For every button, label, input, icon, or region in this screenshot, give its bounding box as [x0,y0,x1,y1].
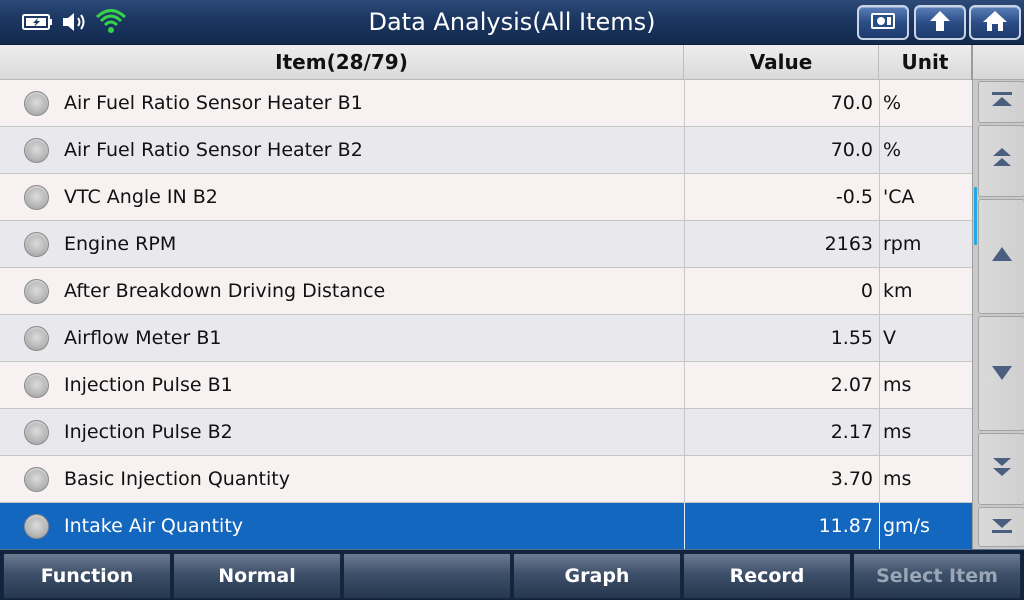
row-radio[interactable] [24,514,49,539]
item-name: Engine RPM [64,233,177,255]
line-down-icon [990,358,1014,390]
row-radio[interactable] [24,138,49,163]
page-down-icon [990,453,1014,485]
scroll-to-bottom-button[interactable] [978,507,1024,547]
item-value: 2.07 [684,362,879,408]
line-up-button[interactable] [978,199,1024,314]
column-header-item[interactable]: Item(28/79) [0,45,684,80]
item-unit: ms [879,456,972,502]
table-row[interactable]: Injection Pulse B1 2.07 ms [0,362,972,409]
item-name: Injection Pulse B1 [64,374,233,396]
item-unit: % [879,127,972,173]
line-down-button[interactable] [978,316,1024,431]
row-radio[interactable] [24,420,49,445]
scrollbar-thumb[interactable] [974,187,977,245]
data-table: Item(28/79) Value Unit Air Fuel Ratio Se… [0,45,972,550]
row-radio[interactable] [24,232,49,257]
table-row[interactable]: Air Fuel Ratio Sensor Heater B2 70.0 % [0,127,972,174]
item-name: Air Fuel Ratio Sensor Heater B2 [64,139,363,161]
column-header-value[interactable]: Value [684,45,879,80]
item-value: 70.0 [684,80,879,126]
item-unit: rpm [879,221,972,267]
page-down-button[interactable] [978,433,1024,505]
item-value: 2.17 [684,409,879,455]
row-radio[interactable] [24,467,49,492]
screenshot-icon [869,9,897,37]
row-radio[interactable] [24,91,49,116]
row-radio[interactable] [24,279,49,304]
table-row-selected[interactable]: Intake Air Quantity 11.87 gm/s [0,503,972,550]
item-name: After Breakdown Driving Distance [64,280,386,302]
scroll-to-top-button[interactable] [978,81,1024,123]
item-name: Airflow Meter B1 [64,327,222,349]
select-item-button[interactable]: Select Item [853,553,1021,599]
item-value: 0 [684,268,879,314]
table-row[interactable]: Injection Pulse B2 2.17 ms [0,409,972,456]
item-value: 3.70 [684,456,879,502]
back-arrow-icon [926,9,954,37]
item-unit: gm/s [879,503,972,549]
table-row[interactable]: Engine RPM 2163 rpm [0,221,972,268]
screenshot-button[interactable] [857,5,909,40]
item-unit: km [879,268,972,314]
scroll-to-top-icon [990,86,1014,118]
item-name: VTC Angle IN B2 [64,186,218,208]
item-unit: 'CA [879,174,972,220]
title-bar: Data Analysis(All Items) [0,0,1024,45]
row-radio[interactable] [24,373,49,398]
function-button[interactable]: Function [3,553,171,599]
row-radio[interactable] [24,326,49,351]
item-unit: % [879,80,972,126]
table-row[interactable]: VTC Angle IN B2 -0.5 'CA [0,174,972,221]
normal-button[interactable]: Normal [173,553,341,599]
line-up-icon [990,241,1014,273]
bottom-toolbar: Function Normal Graph Record Select Item [0,549,1024,600]
table-row[interactable]: Air Fuel Ratio Sensor Heater B1 70.0 % [0,80,972,127]
scroll-panel [972,45,1024,549]
scroll-header-cap [973,45,1024,80]
item-unit: ms [879,409,972,455]
item-value: 11.87 [684,503,879,549]
item-name: Injection Pulse B2 [64,421,233,443]
record-button[interactable]: Record [683,553,851,599]
item-value: 2163 [684,221,879,267]
item-unit: ms [879,362,972,408]
graph-button[interactable]: Graph [513,553,681,599]
page-up-button[interactable] [978,125,1024,197]
item-value: 1.55 [684,315,879,361]
blank-button[interactable] [343,553,511,599]
table-row[interactable]: Airflow Meter B1 1.55 V [0,315,972,362]
row-radio[interactable] [24,185,49,210]
home-icon [981,9,1009,37]
table-header: Item(28/79) Value Unit [0,45,972,80]
table-row[interactable]: Basic Injection Quantity 3.70 ms [0,456,972,503]
item-name: Intake Air Quantity [64,515,244,537]
scroll-to-bottom-icon [990,511,1014,543]
page-up-icon [990,145,1014,177]
table-row[interactable]: After Breakdown Driving Distance 0 km [0,268,972,315]
item-unit: V [879,315,972,361]
back-button[interactable] [914,5,966,40]
home-button[interactable] [969,5,1021,40]
item-value: -0.5 [684,174,879,220]
item-name: Air Fuel Ratio Sensor Heater B1 [64,92,363,114]
item-name: Basic Injection Quantity [64,468,290,490]
column-header-unit[interactable]: Unit [879,45,972,80]
item-value: 70.0 [684,127,879,173]
